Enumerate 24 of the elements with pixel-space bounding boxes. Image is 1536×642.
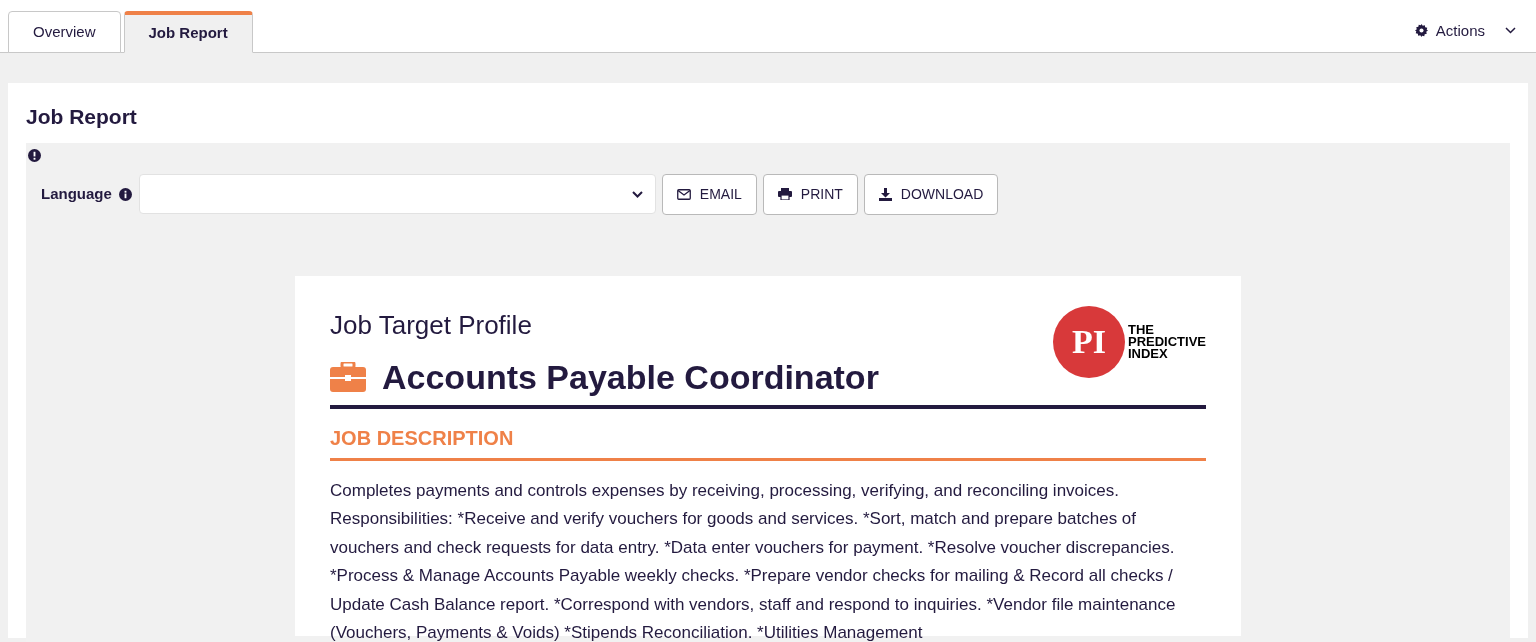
- settings-icon: [1414, 24, 1428, 38]
- job-description: Completes payments and controls expenses by receiving, processing, verifying, and reconciling invoices. Responsibilities: *Receive and verify vouchers for goods and services. *Sort, match and prepare batches of vouchers and check requests for data entry. *Data enter vouchers for payment. *Resolve voucher discrepancies. *Process & Manage Accounts Payable weekly checks. *Prepare vendor checks for mailing & Record all checks / Update Cash Balance report. *Correspond with vendors, staff and respond to inquiries. *Vendor file maintenance (Vouchers, Payments & Voids) *Stipends Reconciliation. *Utilities Management: [330, 479, 1177, 642]
- logo-mark: PI: [1053, 305, 1125, 378]
- logo-wordmark: THE PREDICTIVE INDEX: [1128, 323, 1206, 360]
- language-select[interactable]: [138, 174, 656, 214]
- chevron-down-icon: [1505, 27, 1516, 35]
- email-button[interactable]: EMAIL: [661, 173, 757, 215]
- printer-icon: [777, 188, 792, 200]
- language-label: Language: [41, 183, 112, 204]
- download-button[interactable]: DOWNLOAD: [863, 173, 999, 215]
- print-button[interactable]: PRINT: [762, 173, 858, 215]
- chevron-down-icon: [631, 190, 643, 198]
- tab[interactable]: Overview: [8, 11, 121, 53]
- report-subtitle: Job Target Profile: [330, 308, 532, 342]
- envelope-icon: [676, 188, 691, 200]
- briefcase-icon: [330, 362, 366, 392]
- panel-title: Job Report: [26, 104, 138, 130]
- download-icon: [878, 187, 892, 201]
- tab[interactable]: Job Report: [123, 11, 253, 53]
- job-title: Accounts Payable Coordinator: [382, 356, 879, 398]
- actions-menu-button[interactable]: Actions: [1414, 19, 1516, 42]
- section-heading: JOB DESCRIPTION: [330, 422, 1206, 461]
- alert-icon: [28, 148, 41, 162]
- info-icon: [118, 187, 132, 201]
